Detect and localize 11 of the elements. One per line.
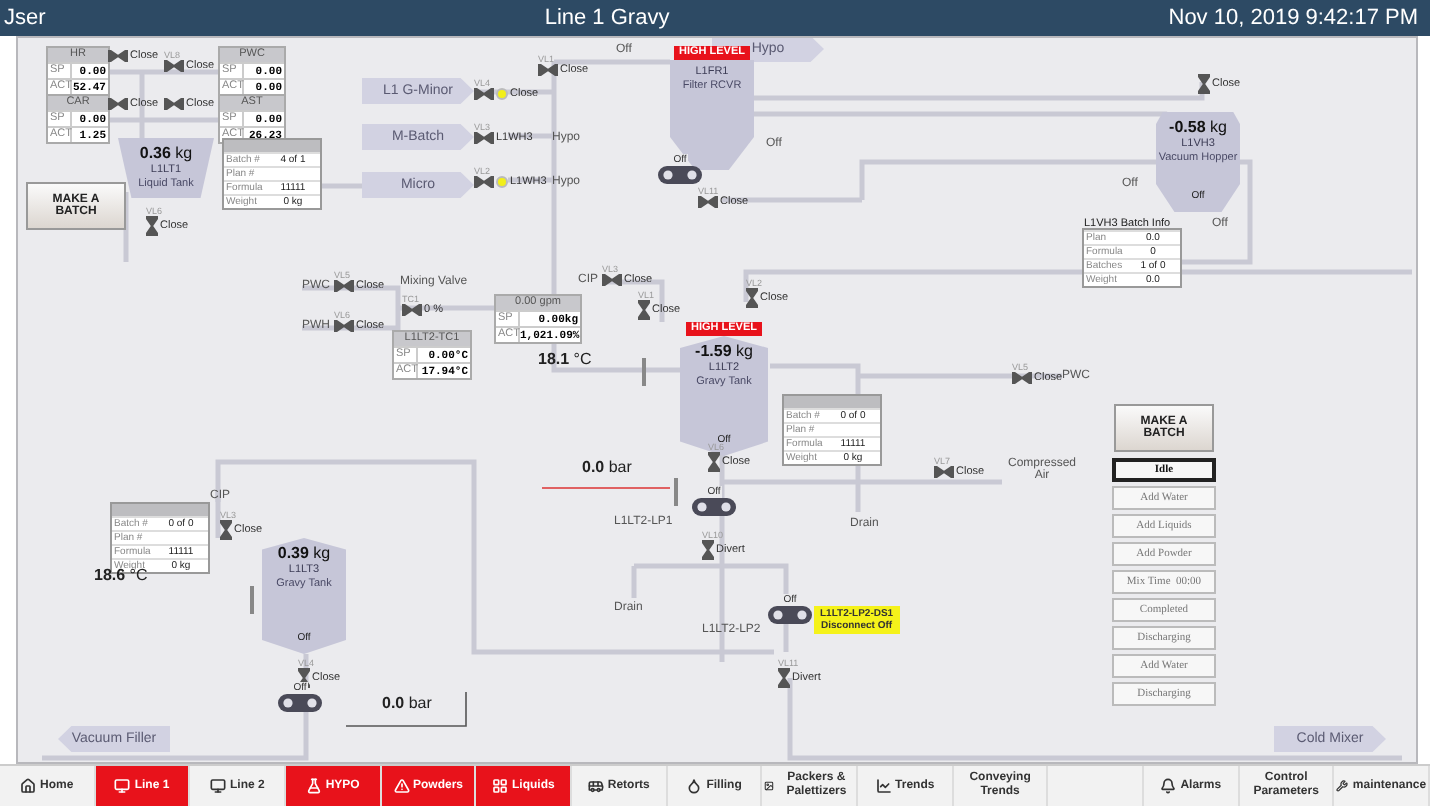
tank-weight: -0.58 kg [1169,118,1227,136]
tank-weight: -1.59 kg [695,342,753,360]
user-name: Jser [4,6,46,30]
reading: 18.1 °C [538,350,592,368]
window-title: Line 1 Gravy [544,6,670,30]
reading: 18.6 °C [94,566,148,584]
tank-weight: 0.39 kg [277,544,331,562]
reading: 0.0 bar [582,458,632,476]
reading: 0.0 bar [382,694,432,712]
date-time: Nov 10, 2019 9:42:17 PM [1168,6,1418,30]
tank-weight: 0.36 kg [139,144,193,162]
